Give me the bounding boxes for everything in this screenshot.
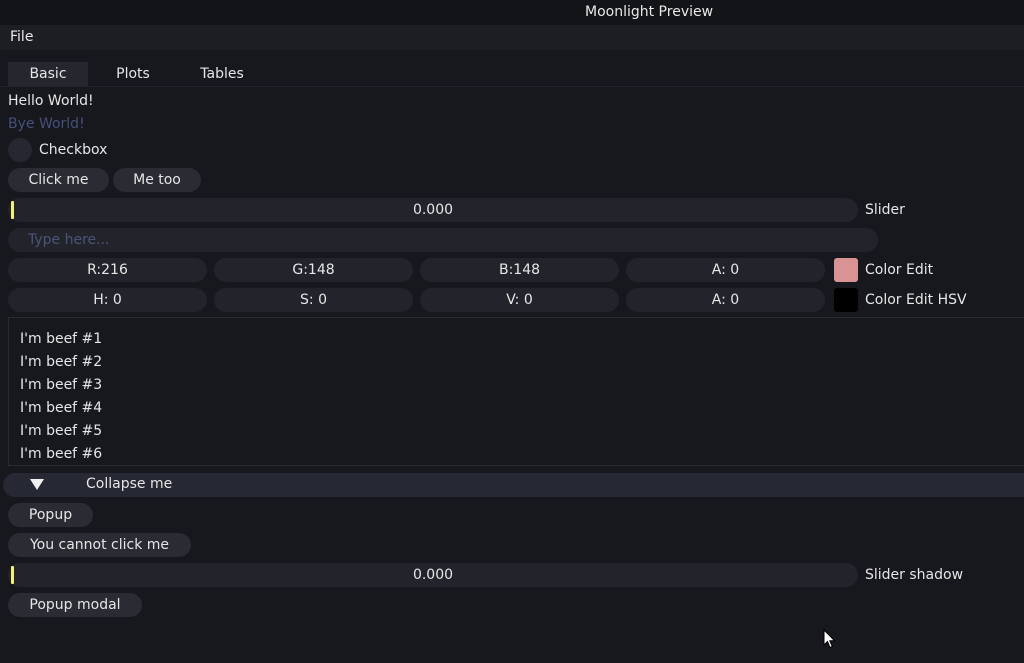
color-edit-g[interactable]: G:148 xyxy=(214,258,413,282)
collapsing-header[interactable]: Collapse me xyxy=(3,473,1024,497)
window-title: Moonlight Preview xyxy=(585,4,714,20)
menu-bar: File xyxy=(0,25,1024,50)
slider-shadow-grab[interactable] xyxy=(11,566,14,584)
slider-shadow[interactable]: 0.000 xyxy=(8,563,858,587)
color-edit-swatch[interactable] xyxy=(834,258,858,282)
list-item[interactable]: I'm beef #5 xyxy=(20,423,102,439)
tab-plots[interactable]: Plots xyxy=(98,62,168,86)
tab-tables[interactable]: Tables xyxy=(180,62,264,86)
slider-label: Slider xyxy=(865,202,905,218)
list-item[interactable]: I'm beef #3 xyxy=(20,377,102,393)
cannot-click-button[interactable]: You cannot click me xyxy=(8,533,191,557)
color-edit-a[interactable]: A: 0 xyxy=(626,258,825,282)
title-bar: Moonlight Preview xyxy=(0,0,1024,25)
mouse-cursor-icon xyxy=(823,629,836,649)
color-edit-hsv-s[interactable]: S: 0 xyxy=(214,288,413,312)
slider-grab[interactable] xyxy=(11,201,14,219)
list-box[interactable]: I'm beef #1 I'm beef #2 I'm beef #3 I'm … xyxy=(8,317,1024,466)
color-edit-hsv-a[interactable]: A: 0 xyxy=(626,288,825,312)
popup-button[interactable]: Popup xyxy=(8,503,93,527)
list-item[interactable]: I'm beef #1 xyxy=(20,331,102,347)
me-too-button[interactable]: Me too xyxy=(113,168,201,192)
tab-bar: Basic Plots Tables xyxy=(0,62,1024,87)
collapse-label: Collapse me xyxy=(86,476,173,492)
tab-basic[interactable]: Basic xyxy=(8,62,88,86)
list-item[interactable]: I'm beef #4 xyxy=(20,400,102,416)
menu-file[interactable]: File xyxy=(10,29,33,45)
color-edit-hsv-h[interactable]: H: 0 xyxy=(8,288,207,312)
color-edit-label: Color Edit xyxy=(865,262,934,278)
color-edit-b[interactable]: B:148 xyxy=(420,258,619,282)
color-edit-r[interactable]: R:216 xyxy=(8,258,207,282)
checkbox[interactable] xyxy=(8,138,32,162)
text-input[interactable]: Type here... xyxy=(8,228,878,252)
bye-text: Bye World! xyxy=(8,116,85,132)
slider[interactable]: 0.000 xyxy=(8,198,858,222)
popup-modal-button[interactable]: Popup modal xyxy=(8,593,142,617)
color-edit-hsv-v[interactable]: V: 0 xyxy=(420,288,619,312)
checkbox-label: Checkbox xyxy=(39,142,108,158)
slider-shadow-value: 0.000 xyxy=(412,567,454,583)
triangle-down-icon xyxy=(30,479,44,490)
slider-shadow-label: Slider shadow xyxy=(865,567,964,583)
click-me-button[interactable]: Click me xyxy=(8,168,109,192)
color-edit-hsv-swatch[interactable] xyxy=(834,288,858,312)
slider-value: 0.000 xyxy=(412,202,454,218)
color-edit-hsv-label: Color Edit HSV xyxy=(865,292,967,308)
list-item[interactable]: I'm beef #6 xyxy=(20,446,102,462)
list-item[interactable]: I'm beef #2 xyxy=(20,354,102,370)
hello-text: Hello World! xyxy=(8,93,94,109)
